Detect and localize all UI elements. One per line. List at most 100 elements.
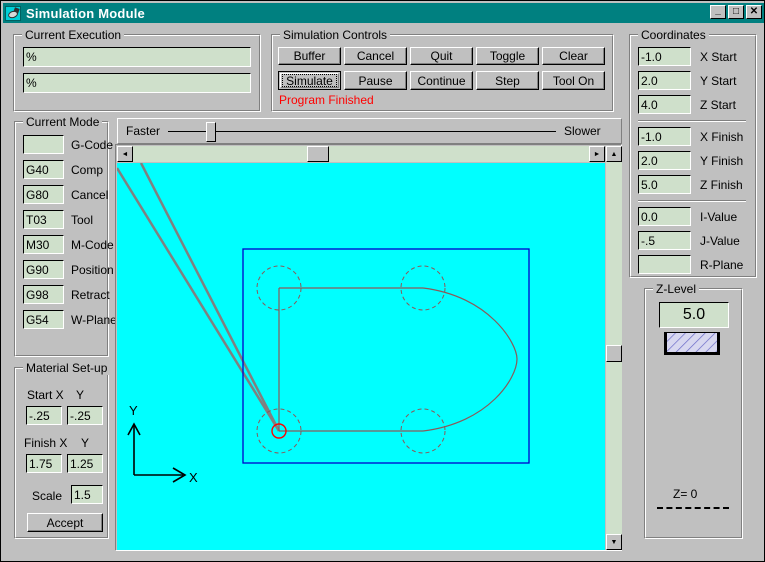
simulation-controls-group: Simulation Controls Buffer Cancel Quit T…	[271, 28, 614, 112]
minimize-icon: _	[715, 5, 721, 16]
toggle-button[interactable]: Toggle	[476, 47, 539, 65]
z-start-label: Z Start	[700, 98, 737, 112]
scroll-right-button[interactable]: ►	[589, 146, 605, 162]
position-field[interactable]: G90	[23, 260, 64, 279]
finish-x-field[interactable]: 1.75	[26, 454, 62, 473]
j-value-label: J-Value	[700, 234, 740, 248]
toolpath-drawing: Y X	[117, 163, 530, 485]
step-button[interactable]: Step	[476, 71, 539, 90]
close-button[interactable]: ✕	[746, 5, 762, 19]
cancel-field[interactable]: G80	[23, 185, 64, 204]
finish-x-label: Finish X	[24, 436, 68, 450]
vertical-scrollbar-thumb[interactable]	[606, 345, 622, 362]
close-icon: ✕	[749, 6, 759, 17]
simulation-controls-legend: Simulation Controls	[280, 28, 391, 42]
simulation-module-window: Simulation Module _ □ ✕ Current Executio…	[0, 0, 765, 562]
axis-label-y: Y	[129, 403, 138, 418]
hatch-pattern	[667, 333, 717, 352]
j-value-field[interactable]: -.5	[638, 231, 691, 250]
start-x-field[interactable]: -.25	[26, 406, 62, 425]
current-execution-legend: Current Execution	[22, 28, 125, 42]
mcode-field[interactable]: M30	[23, 235, 64, 254]
drill-circles	[256, 265, 446, 454]
axis-label-x: X	[189, 470, 198, 485]
retract-field[interactable]: G98	[23, 285, 64, 304]
coordinates-group: Coordinates -1.0 X Start 2.0 Y Start 4.0…	[629, 28, 757, 278]
mcode-label: M-Code	[71, 238, 114, 252]
comp-label: Comp	[71, 163, 104, 177]
x-finish-label: X Finish	[700, 130, 744, 144]
r-plane-label: R-Plane	[700, 258, 744, 272]
gcode-field[interactable]	[23, 135, 64, 154]
z-finish-field[interactable]: 5.0	[638, 175, 691, 194]
x-finish-field[interactable]: -1.0	[638, 127, 691, 146]
current-execution-group: Current Execution % %	[13, 28, 261, 112]
coordinates-divider-1	[638, 120, 746, 122]
tool-label: Tool	[71, 213, 94, 227]
scroll-down-button[interactable]: ▼	[606, 534, 622, 550]
r-plane-field[interactable]	[638, 255, 691, 274]
status-text: Program Finished	[279, 93, 374, 107]
start-x-label: Start X	[27, 388, 64, 402]
quit-button[interactable]: Quit	[410, 47, 473, 65]
scroll-down-icon: ▼	[610, 538, 618, 546]
z-start-field[interactable]: 4.0	[638, 95, 691, 114]
scale-label: Scale	[32, 489, 63, 503]
i-value-field[interactable]: 0.0	[638, 207, 691, 226]
wplane-field[interactable]: G54	[23, 310, 64, 329]
comp-field[interactable]: G40	[23, 160, 64, 179]
x-start-label: X Start	[700, 50, 737, 64]
z-level-field[interactable]: 5.0	[659, 302, 729, 328]
simulation-viewport: ◄ ► ▲ ▼ Y X	[115, 144, 622, 551]
scroll-up-button[interactable]: ▲	[606, 146, 622, 162]
scroll-left-icon: ◄	[121, 150, 129, 158]
simulation-app-icon	[5, 5, 21, 21]
coordinates-legend: Coordinates	[638, 28, 709, 42]
y-start-label: Y Start	[700, 74, 737, 88]
speed-slider-track[interactable]	[168, 131, 556, 132]
z-level-stock-block	[664, 332, 720, 355]
toolpath-canvas[interactable]: Y X	[117, 163, 605, 550]
y-finish-field[interactable]: 2.0	[638, 151, 691, 170]
rapid-move-lines	[117, 163, 281, 432]
execution-line-2[interactable]: %	[23, 73, 251, 93]
window-title: Simulation Module	[26, 5, 145, 21]
clear-button[interactable]: Clear	[542, 47, 605, 65]
x-start-field[interactable]: -1.0	[638, 47, 691, 66]
speed-slider-thumb[interactable]	[206, 122, 216, 142]
current-mode-legend: Current Mode	[23, 115, 103, 129]
position-label: Position	[71, 263, 114, 277]
maximize-icon: □	[732, 6, 740, 17]
horizontal-scrollbar-track[interactable]	[117, 146, 605, 162]
simulate-button[interactable]: Simulate	[278, 71, 341, 90]
i-value-label: I-Value	[700, 210, 738, 224]
start-y-field[interactable]: -.25	[67, 406, 103, 425]
finish-y-field[interactable]: 1.25	[67, 454, 103, 473]
title-bar: Simulation Module _ □ ✕	[3, 3, 764, 23]
minimize-button[interactable]: _	[710, 5, 726, 19]
cancel-button[interactable]: Cancel	[344, 47, 407, 65]
scroll-left-button[interactable]: ◄	[117, 146, 133, 162]
tool-field[interactable]: T03	[23, 210, 64, 229]
tool-on-button[interactable]: Tool On	[542, 71, 605, 90]
horizontal-scrollbar-thumb[interactable]	[307, 146, 329, 162]
current-mode-group: Current Mode G-Code G40 Comp G80 Cancel …	[14, 115, 117, 357]
continue-button[interactable]: Continue	[410, 71, 473, 90]
cancel-mode-label: Cancel	[71, 188, 109, 202]
pause-button[interactable]: Pause	[344, 71, 407, 90]
z-zero-line	[657, 507, 729, 509]
scale-field[interactable]: 1.5	[71, 485, 103, 504]
z-zero-label: Z= 0	[673, 487, 698, 501]
material-setup-group: Material Set-up Start X Y -.25 -.25 Fini…	[14, 361, 111, 539]
y-start-field[interactable]: 2.0	[638, 71, 691, 90]
execution-line-1[interactable]: %	[23, 47, 251, 67]
scroll-right-icon: ►	[593, 150, 601, 158]
accept-button[interactable]: Accept	[27, 513, 103, 532]
speed-slider-group: Faster Slower	[117, 118, 622, 144]
maximize-button[interactable]: □	[728, 5, 744, 19]
buffer-button[interactable]: Buffer	[278, 47, 341, 65]
z-level-legend: Z-Level	[653, 282, 700, 296]
material-setup-legend: Material Set-up	[23, 361, 111, 375]
axis-indicator	[127, 422, 187, 483]
y-finish-label: Y Finish	[700, 154, 744, 168]
